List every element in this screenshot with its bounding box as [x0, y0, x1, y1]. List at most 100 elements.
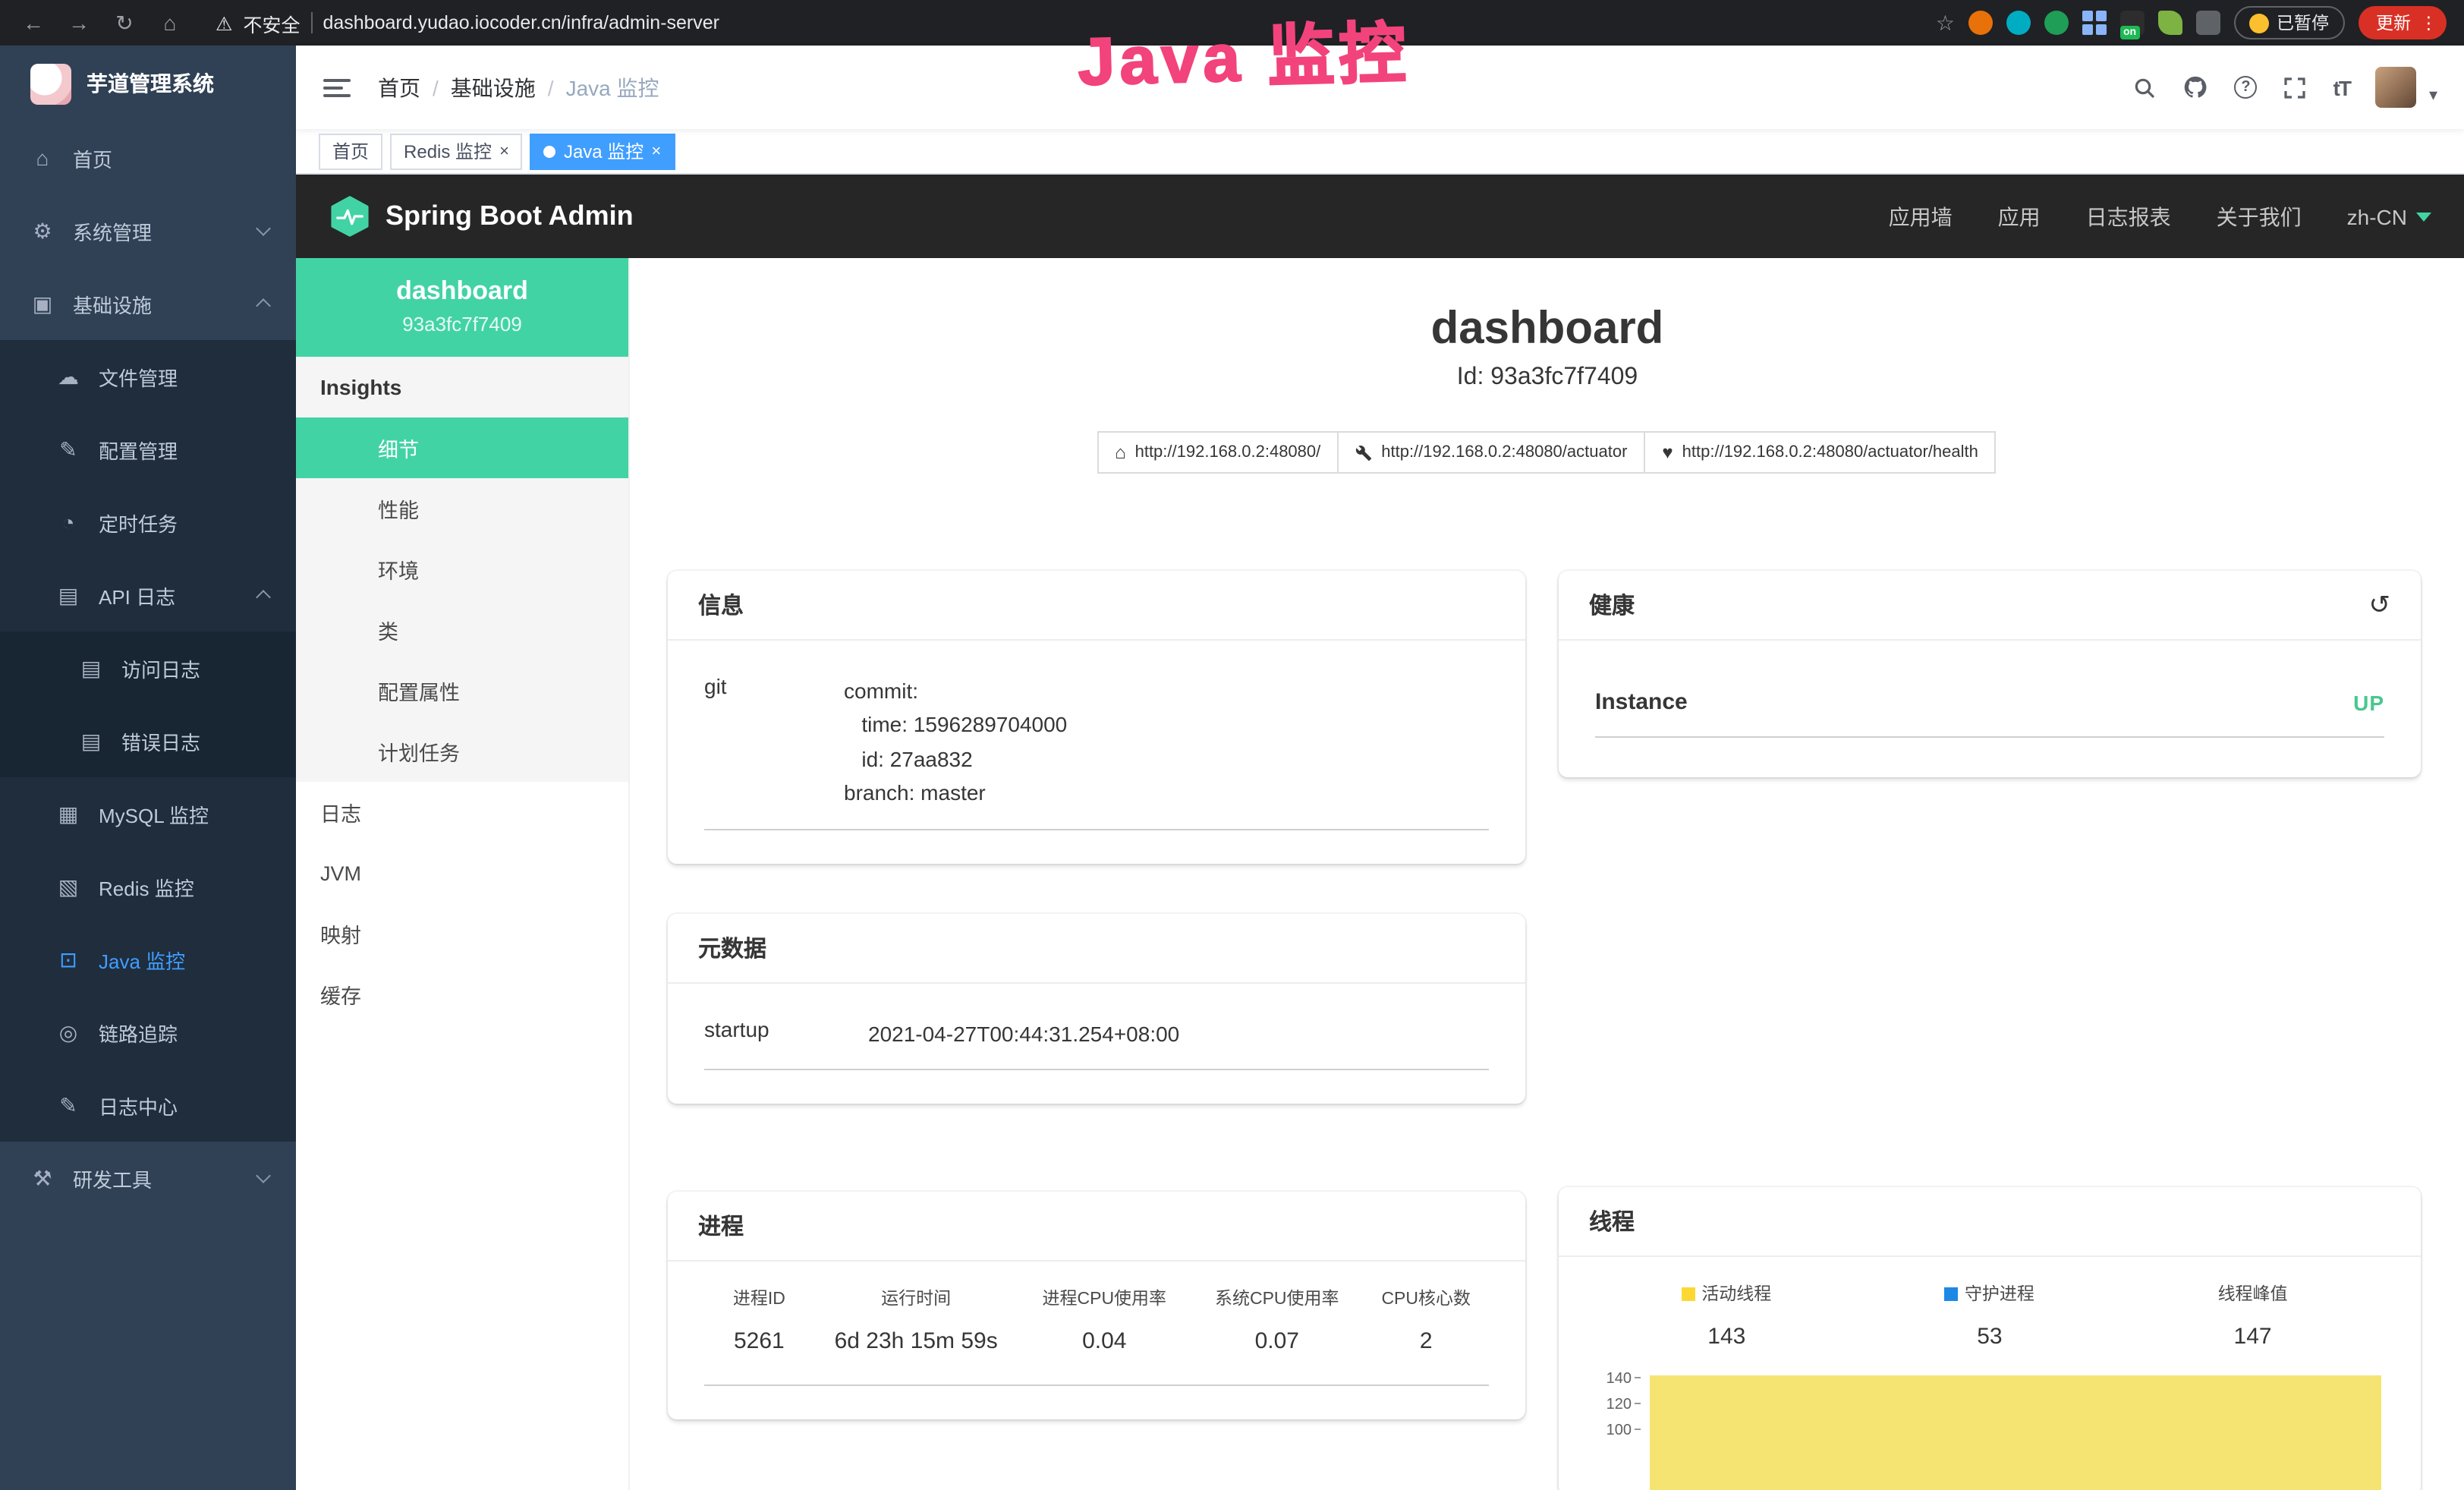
card-title: 进程 [698, 1210, 744, 1242]
history-icon[interactable]: ↺ [2369, 590, 2391, 620]
instance-header[interactable]: dashboard 93a3fc7f7409 [296, 258, 628, 357]
back-icon[interactable]: ← [18, 11, 49, 35]
github-icon[interactable] [2183, 74, 2209, 100]
app-title: 芋道管理系统 [87, 68, 214, 99]
url-text[interactable]: dashboard.yudao.iocoder.cn/infra/admin-s… [323, 12, 719, 33]
sba-nav-about[interactable]: 关于我们 [2217, 201, 2302, 232]
metadata-value: 2021-04-27T00:44:31.254+08:00 [868, 1016, 1179, 1051]
sidebar-item-label: 链路追踪 [99, 1018, 178, 1047]
monitor-icon: ⊡ [56, 947, 80, 972]
sidebar-item-access-log[interactable]: ▤ 访问日志 [0, 632, 296, 704]
paused-badge[interactable]: 已暂停 [2234, 6, 2344, 39]
sba-item-scheduledtasks[interactable]: 计划任务 [296, 721, 628, 782]
reload-icon[interactable]: ↻ [109, 10, 140, 36]
sidebar-item-redis[interactable]: ▧ Redis 监控 [0, 850, 296, 923]
sidebar-menu: ⌂ 首页 ⚙ 系统管理 ▣ 基础设施 ☁ 文件管理 [0, 121, 296, 1214]
process-card: 进程 进程ID 5261 运行时间 [668, 1192, 1525, 1419]
wrench-icon [1355, 444, 1372, 461]
service-url-button[interactable]: ⌂ http://192.168.0.2:48080/ [1097, 431, 1339, 474]
sidebar-item-devtools[interactable]: ⚒ 研发工具 [0, 1142, 296, 1214]
sidebar-item-label: 错误日志 [121, 726, 200, 755]
extension-icon-green[interactable] [2044, 11, 2069, 35]
tab-java[interactable]: Java 监控 × [530, 133, 675, 169]
locale-selector[interactable]: zh-CN [2347, 204, 2431, 228]
bookmark-star-icon[interactable]: ☆ [1936, 10, 1955, 36]
app-logo-row: 芋道管理系统 [0, 46, 296, 121]
stat-process-cpu: 进程CPU使用率 0.04 [1018, 1286, 1191, 1354]
sidebar-item-files[interactable]: ☁ 文件管理 [0, 340, 296, 413]
extension-icon-grid[interactable] [2082, 11, 2107, 35]
sidebar-item-home[interactable]: ⌂ 首页 [0, 121, 296, 194]
sidebar-item-system[interactable]: ⚙ 系统管理 [0, 194, 296, 267]
threads-card: 线程 活动线程 143 守护进程 [1559, 1187, 2421, 1490]
legend-live: 活动线程 143 [1595, 1281, 1858, 1350]
extension-icon-switch[interactable]: on [2120, 11, 2145, 35]
actuator-url-button[interactable]: http://192.168.0.2:48080/actuator [1337, 431, 1645, 474]
search-icon[interactable] [2133, 75, 2157, 99]
sidebar-item-label: 日志中心 [99, 1091, 178, 1120]
help-icon[interactable]: ? [2235, 76, 2258, 99]
breadcrumb-home[interactable]: 首页 [378, 72, 420, 102]
sidebar-item-trace[interactable]: ◎ 链路追踪 [0, 996, 296, 1069]
sba-item-configprops[interactable]: 配置属性 [296, 660, 628, 721]
metadata-card: 元数据 startup 2021-04-27T00:44:31.254+08:0… [668, 913, 1525, 1104]
sba-main: dashboard Id: 93a3fc7f7409 ⌂ http://192.… [630, 258, 2464, 1490]
monitor-icon: ▣ [30, 291, 55, 317]
sidebar-item-mysql[interactable]: ▦ MySQL 监控 [0, 777, 296, 850]
stat-cpu-cores: CPU核心数 2 [1364, 1286, 1489, 1354]
close-icon[interactable]: × [651, 142, 661, 160]
tab-redis[interactable]: Redis 监控 × [390, 133, 523, 169]
tools-icon: ⚒ [30, 1165, 55, 1191]
stat-pid: 进程ID 5261 [704, 1286, 814, 1354]
sba-item-classes[interactable]: 类 [296, 600, 628, 660]
font-size-icon[interactable]: tT [2333, 75, 2350, 99]
legend-swatch-yellow [1682, 1287, 1695, 1300]
sidebar-item-api-log[interactable]: ▤ API 日志 [0, 559, 296, 632]
sba-navbar: Spring Boot Admin 应用墙 应用 日志报表 关于我们 zh-CN [296, 175, 2464, 258]
extension-icon-teal[interactable] [2006, 11, 2031, 35]
sidebar-item-log-center[interactable]: ✎ 日志中心 [0, 1069, 296, 1142]
health-url-button[interactable]: ♥ http://192.168.0.2:48080/actuator/heal… [1644, 431, 1996, 474]
sba-item-caches[interactable]: 缓存 [296, 964, 628, 1025]
sidebar-item-label: 系统管理 [73, 216, 152, 245]
sidebar-item-infra[interactable]: ▣ 基础设施 [0, 267, 296, 340]
sidebar-item-java[interactable]: ⊡ Java 监控 [0, 923, 296, 996]
extensions-puzzle-icon[interactable] [2196, 11, 2220, 35]
sba-nav-wallboard[interactable]: 应用墙 [1889, 201, 1953, 232]
update-button[interactable]: 更新 ⋮ [2358, 6, 2447, 39]
sba-nav-journal[interactable]: 日志报表 [2086, 201, 2171, 232]
breadcrumb-infra[interactable]: 基础设施 [451, 72, 536, 102]
tab-home[interactable]: 首页 [319, 133, 382, 169]
sba-item-logs[interactable]: 日志 [296, 782, 628, 843]
sba-brand[interactable]: Spring Boot Admin [329, 196, 634, 237]
sidebar-item-jobs[interactable]: ◔ 定时任务 [0, 486, 296, 559]
extension-icon-orange[interactable] [1968, 11, 1993, 35]
avatar-caret-icon[interactable]: ▾ [2429, 85, 2437, 108]
stat-uptime: 运行时间 6d 23h 15m 59s [814, 1286, 1018, 1354]
fullscreen-icon[interactable] [2283, 75, 2308, 99]
user-avatar[interactable] [2376, 67, 2417, 108]
sba-item-jvm[interactable]: JVM [296, 843, 628, 903]
sba-item-details[interactable]: 细节 [296, 417, 628, 478]
legend-daemon: 守护进程 53 [1858, 1281, 2122, 1350]
sba-item-mappings[interactable]: 映射 [296, 903, 628, 964]
sba-item-environment[interactable]: 环境 [296, 539, 628, 600]
sidebar-item-config[interactable]: ✎ 配置管理 [0, 413, 296, 486]
address-bar[interactable]: ⚠ 不安全 dashboard.yudao.iocoder.cn/infra/a… [216, 8, 719, 37]
sidebar-item-label: 配置管理 [99, 435, 178, 464]
security-label: 不安全 [243, 8, 300, 37]
forward-icon[interactable]: → [64, 11, 94, 35]
app-logo [30, 63, 71, 104]
close-icon[interactable]: × [499, 142, 509, 160]
sba-brand-label: Spring Boot Admin [385, 200, 634, 232]
home-icon: ⌂ [1115, 442, 1126, 463]
hamburger-icon[interactable] [323, 78, 351, 96]
home-icon[interactable]: ⌂ [155, 11, 185, 35]
extension-icon-leaf[interactable] [2158, 11, 2182, 35]
sidebar-item-error-log[interactable]: ▤ 错误日志 [0, 704, 296, 777]
sba-item-metrics[interactable]: 性能 [296, 478, 628, 539]
sba-nav-applications[interactable]: 应用 [1998, 201, 2041, 232]
info-card: 信息 git commit: time: 1596289704000 id: 2… [668, 571, 1525, 863]
instance-name: dashboard [308, 276, 616, 307]
sidebar-item-label: 文件管理 [99, 362, 178, 391]
